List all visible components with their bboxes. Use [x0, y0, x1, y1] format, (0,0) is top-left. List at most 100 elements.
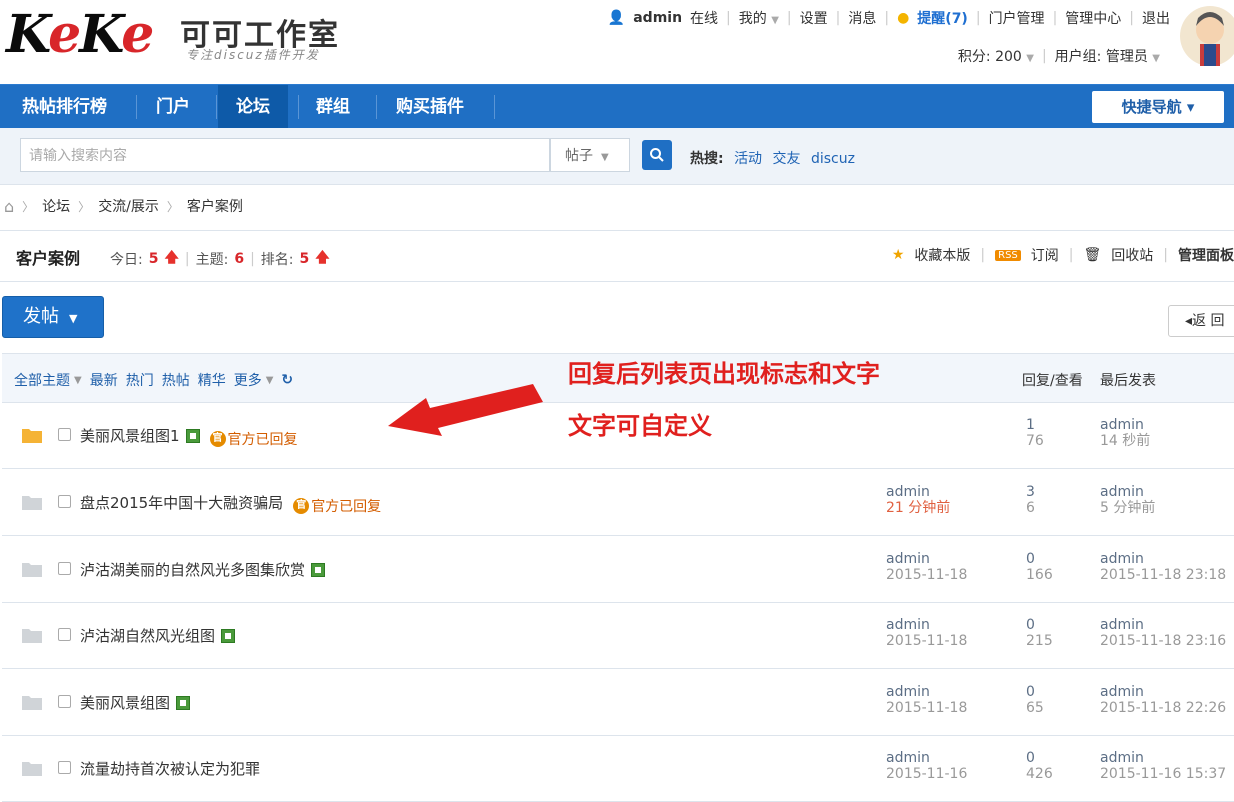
reply-count: 0 [1026, 684, 1035, 700]
reply-count: 0 [1026, 551, 1035, 567]
new-post-button[interactable]: 发帖 ▼ [2, 296, 104, 338]
breadcrumb-item[interactable]: 论坛 [42, 196, 70, 216]
search-icon [650, 148, 664, 162]
site-logo[interactable]: KeKe [6, 4, 166, 65]
author-name[interactable]: admin [886, 684, 967, 700]
view-count: 76 [1026, 433, 1044, 449]
tab-digest[interactable]: 精华 [198, 370, 226, 390]
search-type-select[interactable]: 帖子 ▼ [550, 138, 630, 172]
subscribe-link[interactable]: 订阅 [1031, 245, 1059, 265]
settings-link[interactable]: 设置 [800, 8, 828, 28]
thread-title-text: 盘点2015年中国十大融资骗局 [80, 494, 284, 512]
admin-panel-link[interactable]: 管理面板 [1178, 245, 1234, 265]
author-name[interactable]: admin [886, 484, 950, 500]
last-user[interactable]: admin [1100, 551, 1226, 567]
thread-title[interactable]: 美丽风景组图1 官官方已回复 [80, 425, 298, 449]
last-post[interactable]: admin 2015-11-18 22:26 [1100, 684, 1226, 716]
table-row[interactable]: 美丽风景组图 admin 2015-11-18 0 65 admin 2015-11-18 … [2, 670, 1234, 736]
author-name[interactable]: admin [886, 551, 967, 567]
thread-title[interactable]: 美丽风景组图 [80, 692, 191, 713]
tab-hot-threads[interactable]: 热帖 [162, 370, 190, 390]
author-name[interactable]: admin [886, 617, 967, 633]
hot-link[interactable]: 交友 [773, 151, 801, 167]
hot-link[interactable]: 活动 [734, 151, 762, 167]
thread-author[interactable]: admin 2015-11-18 [886, 551, 967, 583]
hot-search: 热搜: 活动 交友 discuz [690, 148, 861, 168]
last-post[interactable]: admin 14 秒前 [1100, 417, 1150, 449]
recycle-bin-link[interactable]: 回收站 [1111, 245, 1153, 265]
thread-title[interactable]: 泸沽湖自然风光组图 [80, 625, 236, 646]
portal-manage-link[interactable]: 门户管理 [989, 8, 1045, 28]
star-icon: ★ [891, 247, 905, 263]
logout-link[interactable]: 退出 [1142, 8, 1170, 28]
remind-link[interactable]: 提醒(7) [917, 8, 968, 28]
reply-count: 0 [1026, 750, 1035, 766]
messages-link[interactable]: 消息 [848, 8, 876, 28]
thread-title-text: 泸沽湖美丽的自然风光多图集欣赏 [80, 561, 306, 579]
username-link[interactable]: admin [633, 10, 682, 26]
table-row[interactable]: 流量劫持首次被认定为犯罪 admin 2015-11-16 0 426 admin 2015… [2, 736, 1234, 802]
table-row[interactable]: 泸沽湖自然风光组图 admin 2015-11-18 0 215 admin 2015-11… [2, 603, 1234, 669]
last-user[interactable]: admin [1100, 417, 1150, 433]
main-nav: 热帖排行榜 门户 论坛 群组 购买插件 快捷导航 ▾ [0, 84, 1234, 129]
thread-counts: 1 76 [1026, 417, 1044, 449]
nav-item-group[interactable]: 群组 [298, 85, 368, 129]
refresh-icon[interactable]: ↻ [281, 372, 293, 388]
thread-checkbox[interactable] [58, 428, 71, 441]
points-menu[interactable]: 积分: 200 ▼ [958, 46, 1034, 66]
post-time: 2015-11-18 [886, 567, 968, 583]
last-user[interactable]: admin [1100, 684, 1226, 700]
tab-all[interactable]: 全部主题 [14, 370, 70, 390]
annotation-arrow [388, 384, 543, 436]
stat-value: 5 [299, 251, 310, 267]
last-post[interactable]: admin 2015-11-18 23:16 [1100, 617, 1226, 649]
favorite-forum-link[interactable]: 收藏本版 [914, 245, 970, 265]
search-button[interactable] [642, 140, 672, 170]
last-post[interactable]: admin 2015-11-18 23:18 [1100, 551, 1226, 583]
thread-author[interactable]: admin 21 分钟前 [886, 484, 950, 516]
nav-item-hot-rank[interactable]: 热帖排行榜 [4, 85, 125, 129]
thread-author[interactable]: admin 2015-11-18 [886, 617, 967, 649]
table-row[interactable]: 盘点2015年中国十大融资骗局官官方已回复 admin 21 分钟前 3 6 admin 5… [2, 470, 1234, 536]
last-user[interactable]: admin [1100, 750, 1226, 766]
post-time: 2015-11-18 [886, 633, 968, 649]
admin-center-link[interactable]: 管理中心 [1065, 8, 1121, 28]
thread-author[interactable]: admin 2015-11-16 [886, 750, 967, 782]
my-menu[interactable]: 我的 ▼ [739, 8, 779, 28]
thread-title[interactable]: 流量劫持首次被认定为犯罪 [80, 758, 260, 779]
avatar[interactable] [1174, 0, 1234, 72]
back-button[interactable]: ◂返 回 [1168, 305, 1234, 337]
thread-checkbox[interactable] [58, 495, 71, 508]
hot-link[interactable]: discuz [811, 151, 855, 167]
stat-label: 今日: [110, 252, 143, 268]
thread-checkbox[interactable] [58, 628, 71, 641]
view-count: 215 [1026, 633, 1053, 649]
nav-item-buy-plugin[interactable]: 购买插件 [378, 85, 482, 129]
last-post[interactable]: admin 5 分钟前 [1100, 484, 1155, 516]
usergroup-menu[interactable]: 用户组: 管理员 ▼ [1055, 46, 1160, 66]
tab-hot[interactable]: 热门 [126, 370, 154, 390]
thread-title[interactable]: 泸沽湖美丽的自然风光多图集欣赏 [80, 559, 326, 580]
nav-item-forum[interactable]: 论坛 [218, 85, 288, 129]
search-input[interactable]: 请输入搜索内容 [20, 138, 550, 172]
tab-latest[interactable]: 最新 [90, 370, 118, 390]
thread-checkbox[interactable] [58, 695, 71, 708]
official-icon: 官 [293, 498, 310, 514]
last-post[interactable]: admin 2015-11-16 15:37 [1100, 750, 1226, 782]
col-last-post-header: 最后发表 [1100, 373, 1156, 389]
breadcrumb-item[interactable]: 客户案例 [187, 196, 243, 216]
annotation-text: 回复后列表页出现标志和文字 文字可自定义 [568, 348, 880, 452]
tab-more[interactable]: 更多 [234, 370, 262, 390]
quick-nav-button[interactable]: 快捷导航 ▾ [1092, 91, 1224, 123]
thread-checkbox[interactable] [58, 761, 71, 774]
author-name[interactable]: admin [886, 750, 967, 766]
breadcrumb-item[interactable]: 交流/展示 [98, 196, 159, 216]
last-user[interactable]: admin [1100, 617, 1226, 633]
thread-author[interactable]: admin 2015-11-18 [886, 684, 967, 716]
thread-title[interactable]: 盘点2015年中国十大融资骗局官官方已回复 [80, 492, 381, 516]
table-row[interactable]: 泸沽湖美丽的自然风光多图集欣赏 admin 2015-11-18 0 166 admin 2… [2, 537, 1234, 603]
last-user[interactable]: admin [1100, 484, 1155, 500]
thread-checkbox[interactable] [58, 562, 71, 575]
home-icon[interactable]: ⌂ [4, 197, 14, 216]
nav-item-portal[interactable]: 门户 [138, 85, 208, 129]
